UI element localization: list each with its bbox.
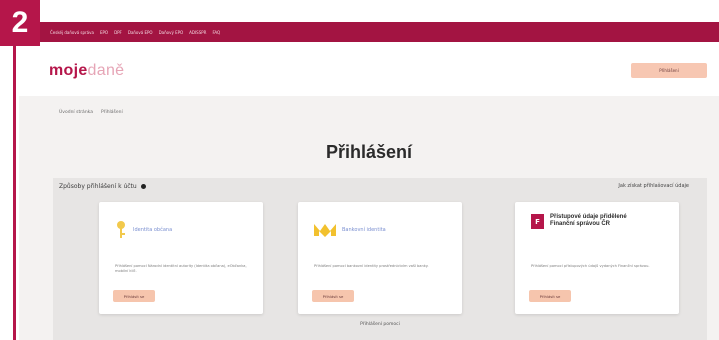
topbar-link[interactable]: EPO [100,30,108,35]
financni-sprava-logo: F Přístupové údaje přidělené Finanční sp… [531,214,640,246]
step-number-badge: 2 [0,0,40,46]
page-title: Přihlášení [325,142,413,162]
bankovni-identita-logo-text: Bankovní identita [342,226,386,233]
info-icon[interactable] [140,184,146,189]
topbar-link[interactable]: FAQ [212,30,220,35]
topbar-link[interactable]: Daňový EPO [159,30,184,35]
key-icon [117,221,125,238]
login-card-identita-obcana: Identita občana Přihlášení pomocí Národn… [99,202,263,314]
header-login-button[interactable]: Přihlášení [631,63,707,78]
login-methods-heading: Způsoby přihlášení k účtu [59,183,146,190]
financni-sprava-icon: F [531,214,544,229]
topbar-link[interactable]: ADISSPR [189,30,206,35]
login-methods-panel: Způsoby přihlášení k účtu Jak získat při… [53,178,707,340]
login-button-identita-obcana[interactable]: Přihlásit se [113,290,155,302]
website-viewport: mojedaně Přihlášení Úvodní stránka Přihl… [19,46,719,340]
screenshot-frame: 2 Českéj daňová správa EPO DPF Daňová EP… [0,0,719,340]
site-header: mojedaně Přihlášení [19,46,719,96]
breadcrumb-home[interactable]: Úvodní stránka [59,110,93,115]
top-navigation-bar: Českéj daňová správa EPO DPF Daňová EPO … [40,22,719,42]
login-button-financni-sprava[interactable]: Přihlásit se [529,290,571,302]
mojedane-logo[interactable]: mojedaně [49,62,124,80]
bankovni-identita-logo: Bankovní identita [314,214,386,246]
login-card-financni-sprava: F Přístupové údaje přidělené Finanční sp… [515,202,679,314]
breadcrumb-current: Přihlášení [100,110,123,115]
topbar-link[interactable]: Českéj daňová správa [50,30,94,35]
breadcrumb: Úvodní stránka Přihlášení [59,110,123,115]
topbar-link[interactable]: Daňová EPO [128,30,153,35]
card-description: Přihlášení pomocí přístupových údajů vyd… [531,264,650,268]
more-login-methods-link[interactable]: Přihlášení pomoci [53,322,707,327]
financni-sprava-title: Přístupové údaje přidělené Finanční sprá… [550,214,627,227]
login-card-bankovni-identita: Bankovní identita Přihlášení pomocí bank… [298,202,462,314]
left-accent-rule [13,44,16,340]
card-description: Přihlášení pomocí Národní identitní auto… [115,264,247,274]
topbar-link[interactable]: DPF [114,30,122,35]
card-description: Přihlášení pomocí bankovní identity pros… [314,264,429,268]
logo-text-dane: daně [87,62,125,79]
login-button-bankovni-identita[interactable]: Přihlásit se [312,290,354,302]
identita-obcana-logo-text: Identita občana [133,226,173,233]
credentials-help-link[interactable]: Jak získat přihlašovací údaje [618,183,689,189]
logo-text-moje: moje [49,62,88,79]
login-methods-heading-text: Způsoby přihlášení k účtu [59,183,137,190]
bank-identity-icon [314,224,336,237]
identita-obcana-logo: Identita občana [115,214,172,246]
